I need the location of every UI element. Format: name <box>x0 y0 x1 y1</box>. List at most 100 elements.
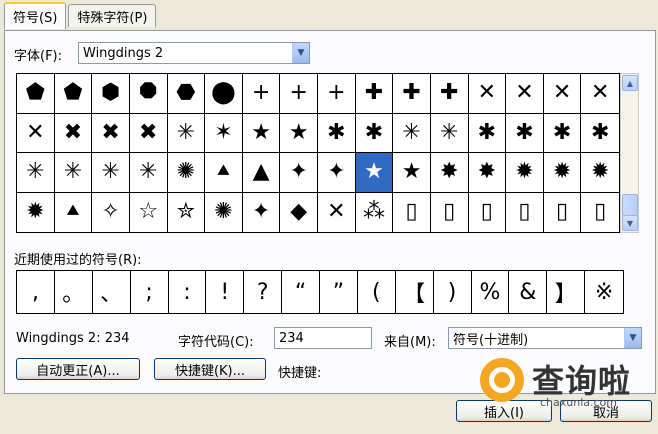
symbol-cell[interactable]: ▯ <box>506 192 544 232</box>
symbol-cell[interactable]: ✺ <box>205 192 243 232</box>
symbol-cell[interactable]: ✱ <box>543 113 582 153</box>
symbol-cell[interactable]: ✸ <box>430 153 469 193</box>
symbol-cell[interactable]: ✹ <box>17 192 55 232</box>
symbol-cell[interactable]: ✚ <box>430 74 469 114</box>
scroll-thumb[interactable] <box>622 194 638 216</box>
symbol-cell[interactable]: ✧ <box>92 192 130 232</box>
from-label: 来自(M): <box>384 335 436 350</box>
chevron-down-icon[interactable]: ▼ <box>624 328 641 348</box>
recent-symbol-cell[interactable]: ; <box>131 271 169 313</box>
symbol-cell[interactable]: ★ <box>242 113 281 153</box>
symbol-cell[interactable]: ✳ <box>54 153 93 193</box>
symbol-cell[interactable]: ✳ <box>167 113 206 153</box>
symbol-cell[interactable]: ✖ <box>92 113 130 153</box>
symbol-cell[interactable]: ✕ <box>543 74 582 114</box>
symbol-cell[interactable]: ✹ <box>506 153 544 193</box>
symbol-cell[interactable]: ⯅ <box>55 192 93 232</box>
recent-symbol-cell[interactable]: % <box>472 271 510 313</box>
symbol-cell[interactable]: ✱ <box>318 113 356 153</box>
symbol-cell[interactable]: ✕ <box>468 74 507 114</box>
symbol-cell[interactable]: ⬟ <box>17 74 55 114</box>
symbol-cell[interactable]: ✶ <box>205 113 243 153</box>
symbol-cell[interactable]: ✮ <box>168 192 206 232</box>
recent-symbol-cell[interactable]: ” <box>320 271 358 313</box>
recent-symbols-label: 近期使用过的符号(R): <box>14 253 142 268</box>
symbol-cell[interactable]: ✕ <box>581 74 619 114</box>
recent-symbol-cell[interactable]: ? <box>244 271 283 313</box>
symbol-cell[interactable]: ⬣ <box>167 74 206 114</box>
symbol-cell[interactable]: ✳ <box>92 153 130 193</box>
symbol-cell[interactable]: ★ <box>355 153 394 193</box>
symbol-cell[interactable]: ✕ <box>318 192 356 232</box>
recent-symbol-cell[interactable]: “ <box>282 271 320 313</box>
scroll-down-icon[interactable]: ▼ <box>622 215 638 231</box>
magnifier-icon <box>480 358 524 402</box>
watermark-logo: 查询啦 chaxunla.com <box>478 352 658 412</box>
symbol-cell[interactable]: ✖ <box>129 113 168 153</box>
char-code-input[interactable]: 234 <box>274 327 372 349</box>
recent-symbol-cell[interactable]: 】 <box>547 271 586 313</box>
symbol-cell[interactable]: ✚ <box>393 74 431 114</box>
recent-symbol-cell[interactable]: ※ <box>585 271 623 313</box>
symbol-cell[interactable]: ✦ <box>243 192 281 232</box>
symbol-cell[interactable]: ✳ <box>430 113 469 153</box>
recent-symbol-cell[interactable]: ( <box>358 271 396 313</box>
tab-symbols[interactable]: 符号(S) <box>4 2 67 29</box>
recent-symbol-cell[interactable]: 、 <box>93 271 131 313</box>
recent-symbol-cell[interactable]: & <box>509 271 548 313</box>
symbol-cell[interactable]: ⬢ <box>92 74 130 114</box>
symbol-cell[interactable]: + <box>242 74 281 114</box>
symbol-cell[interactable]: ⬟ <box>54 74 93 114</box>
symbol-cell[interactable]: ✖ <box>54 113 93 153</box>
scroll-up-icon[interactable]: ▲ <box>622 75 638 91</box>
shortcut-key-button[interactable]: 快捷键(K)... <box>154 358 266 380</box>
symbol-cell[interactable]: ⬤ <box>205 74 243 114</box>
symbol-cell[interactable]: ▲ <box>242 153 281 193</box>
symbol-cell[interactable]: ☆ <box>130 192 168 232</box>
symbol-cell[interactable]: ⁂ <box>356 192 394 232</box>
symbol-cell[interactable]: + <box>280 74 318 114</box>
symbol-cell[interactable]: ✦ <box>318 153 356 193</box>
recent-symbol-cell[interactable]: : <box>169 271 207 313</box>
symbol-grid[interactable]: ⬟ ⬟ ⬢ ⯃ ⬣ ⬤ + + + ✚ ✚ ✚ ✕ ✕ ✕ ✕ ✕ ✖ ✖ ✖ ✳ ✶ ★ ★ ✱ ✱ ✳ ✳ ✱ ✱ ✱ ✱ ✳ ✳ ✳ ✳ ✺ ⯅ ▲ ✦… <box>16 73 620 233</box>
symbol-cell[interactable]: ★ <box>280 113 318 153</box>
symbol-cell[interactable]: ⯃ <box>129 74 168 114</box>
symbol-cell[interactable]: ✺ <box>167 153 206 193</box>
recent-symbol-cell[interactable]: 。 <box>55 271 93 313</box>
symbol-cell[interactable]: ★ <box>393 153 431 193</box>
symbol-cell[interactable]: ▯ <box>544 192 582 232</box>
symbol-cell[interactable]: ▯ <box>393 192 431 232</box>
symbol-cell[interactable]: ✳ <box>393 113 431 153</box>
symbol-cell[interactable]: ✳ <box>129 153 168 193</box>
symbol-cell[interactable]: ✱ <box>355 113 394 153</box>
from-select[interactable]: 符号(十进制) ▼ <box>448 327 642 349</box>
symbol-cell[interactable]: ✹ <box>581 153 619 193</box>
symbol-cell[interactable]: ✚ <box>355 74 394 114</box>
autocorrect-button[interactable]: 自动更正(A)... <box>16 358 140 380</box>
symbol-cell[interactable]: ✦ <box>280 153 318 193</box>
recent-symbol-cell[interactable]: , <box>17 271 55 313</box>
symbol-cell[interactable]: ⯅ <box>205 153 243 193</box>
symbol-cell[interactable]: ✕ <box>506 74 544 114</box>
tab-special-characters[interactable]: 特殊字符(P) <box>68 4 157 27</box>
recent-symbol-cell[interactable]: ) <box>434 271 472 313</box>
symbol-cell[interactable]: ✹ <box>543 153 582 193</box>
symbol-cell[interactable]: ✱ <box>506 113 544 153</box>
symbol-cell[interactable]: ✱ <box>468 113 507 153</box>
font-label: 字体(F): <box>14 49 63 64</box>
symbol-grid-scrollbar[interactable]: ▲ ▼ <box>620 73 639 233</box>
recent-symbols-list[interactable]: ,。、;:!? “”(【)% &】 ※ <box>16 270 624 314</box>
chevron-down-icon[interactable]: ▼ <box>292 43 309 63</box>
symbol-cell[interactable]: ▯ <box>469 192 507 232</box>
symbol-cell[interactable]: ✱ <box>581 114 619 153</box>
recent-symbol-cell[interactable]: ! <box>206 271 245 313</box>
symbol-cell[interactable]: + <box>318 74 356 114</box>
symbol-cell[interactable]: ✕ <box>17 113 55 153</box>
symbol-cell[interactable]: ▯ <box>431 192 469 232</box>
symbol-cell[interactable]: ▯ <box>581 193 619 233</box>
font-select[interactable]: Wingdings 2 ▼ <box>78 42 310 64</box>
symbol-cell[interactable]: ✳ <box>17 153 55 193</box>
symbol-cell[interactable]: ◆ <box>280 192 318 232</box>
symbol-cell[interactable]: ✸ <box>468 153 507 193</box>
recent-symbol-cell[interactable]: 【 <box>396 271 434 313</box>
